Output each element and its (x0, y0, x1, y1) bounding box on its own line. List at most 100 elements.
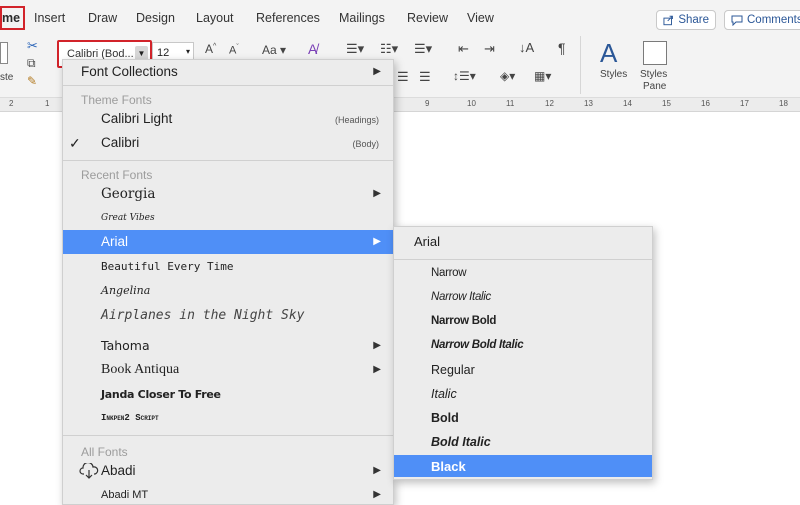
borders-icon[interactable]: ▦▾ (534, 69, 551, 83)
menu-item-angelina[interactable]: Angelina (63, 278, 393, 302)
comments-label: Comments (747, 14, 800, 26)
increase-indent-icon[interactable]: ⇥ (484, 41, 495, 57)
shrink-font-icon[interactable]: Aˇ (229, 44, 239, 57)
menu-item-georgia[interactable]: Georgia ▶ (63, 182, 393, 206)
tab-references[interactable]: References (256, 11, 320, 25)
submenu-item-bold-italic[interactable]: Bold Italic (394, 431, 652, 453)
submenu-item-narrow[interactable]: Narrow (394, 263, 652, 285)
ruler-number: 1 (45, 99, 50, 108)
tab-design[interactable]: Design (136, 11, 175, 25)
font-name: Abadi (101, 463, 136, 478)
justify-icon[interactable]: ☰ (419, 69, 431, 85)
font-name: Georgia (101, 186, 156, 202)
font-size-value: 12 (157, 47, 170, 59)
styles-icon[interactable]: A (600, 38, 617, 69)
ruler-number: 14 (623, 99, 632, 108)
submenu-item-narrow-bold-italic[interactable]: Narrow Bold Italic (394, 335, 652, 357)
font-name: Calibri (101, 135, 140, 150)
style-name: Narrow Bold (431, 315, 497, 327)
tab-view[interactable]: View (467, 11, 494, 25)
font-name: Arial (101, 234, 129, 249)
comments-button[interactable]: Comments (724, 10, 800, 30)
format-painter-icon[interactable]: ✎ (27, 74, 37, 88)
clear-formatting-icon[interactable]: A̸ (308, 41, 317, 57)
tab-insert[interactable]: Insert (34, 11, 65, 25)
menu-item-airplanes-in-the-night-sky[interactable]: Airplanes in the Night Sky (63, 304, 393, 332)
arial-style-submenu: Arial Narrow Narrow Italic Narrow Bold N… (393, 226, 653, 480)
chevron-right-icon: ▶ (373, 489, 381, 500)
font-name: Tahoma (101, 338, 150, 353)
tab-mailings[interactable]: Mailings (339, 11, 385, 25)
change-case-button[interactable]: Aa ▾ (262, 43, 286, 57)
menu-item-abadi[interactable]: Abadi ▶ (63, 459, 393, 483)
menu-item-tahoma[interactable]: Tahoma ▶ (63, 334, 393, 358)
paste-icon[interactable] (0, 42, 8, 64)
ruler-number: 2 (9, 99, 14, 108)
numbering-icon[interactable]: ☷▾ (380, 41, 398, 57)
menu-item-font-collections[interactable]: Font Collections ▶ (63, 60, 393, 84)
submenu-item-narrow-bold[interactable]: Narrow Bold (394, 311, 652, 333)
ruler-number: 16 (701, 99, 710, 108)
submenu-item-regular[interactable]: Regular (394, 359, 652, 381)
style-name: Black (431, 459, 466, 474)
styles-pane-label-2: Pane (643, 81, 667, 92)
menu-item-janda-closer-to-free[interactable]: Janda Closer To Free (63, 382, 393, 406)
cloud-download-icon (79, 463, 99, 479)
line-spacing-icon[interactable]: ↕☰▾ (453, 69, 476, 83)
submenu-item-narrow-italic[interactable]: Narrow Italic (394, 287, 652, 309)
sort-icon[interactable]: ↓A (519, 40, 534, 55)
style-name: Bold (431, 411, 459, 425)
share-label: Share (678, 14, 709, 26)
menu-divider (63, 160, 393, 161)
menu-item-arial[interactable]: Arial ▶ (63, 230, 393, 254)
align-center-icon[interactable]: ☰ (397, 69, 409, 85)
share-icon (663, 15, 673, 26)
style-name: Regular (431, 363, 475, 377)
font-dropdown-menu: Font Collections ▶ Theme Fonts Calibri L… (62, 59, 394, 505)
font-name: Abadi MT (101, 489, 149, 501)
style-name: Narrow (431, 267, 467, 279)
ribbon-tab-bar: me Insert Draw Design Layout References … (0, 0, 800, 36)
tab-review[interactable]: Review (407, 11, 448, 25)
menu-item-inkpen2-script[interactable]: Inkpen2 Script (63, 406, 393, 430)
comment-icon (731, 15, 743, 26)
copy-icon[interactable]: ⧉ (27, 56, 36, 71)
ruler-number: 11 (506, 99, 515, 108)
chevron-right-icon: ▶ (373, 236, 381, 247)
grow-font-icon[interactable]: A^ (205, 42, 216, 56)
style-name: Italic (431, 387, 457, 401)
font-role-hint: (Headings) (334, 115, 379, 125)
tab-draw[interactable]: Draw (88, 11, 117, 25)
toolbar-divider (580, 36, 581, 94)
submenu-item-black[interactable]: Black (394, 455, 652, 477)
bullets-icon[interactable]: ☰▾ (346, 41, 364, 57)
share-button[interactable]: Share (656, 10, 716, 30)
change-case-label: Aa (262, 43, 277, 57)
style-name: Narrow Bold Italic (431, 339, 524, 351)
cut-icon[interactable]: ✂ (27, 38, 38, 54)
menu-item-calibri[interactable]: ✓ Calibri (Body) (63, 131, 393, 155)
font-role-hint: (Body) (352, 139, 379, 149)
menu-item-abadi-mt[interactable]: Abadi MT ▶ (63, 483, 393, 505)
menu-item-beautiful-every-time[interactable]: Beautiful Every Time (63, 254, 393, 278)
submenu-item-bold[interactable]: Bold (394, 407, 652, 429)
menu-item-calibri-light[interactable]: Calibri Light (Headings) (63, 107, 393, 131)
font-name: Book Antiqua (101, 362, 180, 377)
pilcrow-icon[interactable]: ¶ (558, 40, 566, 56)
shading-icon[interactable]: ◈▾ (500, 69, 515, 83)
menu-item-book-antiqua[interactable]: Book Antiqua ▶ (63, 358, 393, 382)
font-name: Calibri Light (101, 111, 173, 126)
styles-pane-label-1: Styles (640, 69, 668, 80)
tab-layout[interactable]: Layout (196, 11, 234, 25)
ruler-number: 9 (425, 99, 430, 108)
submenu-item-italic[interactable]: Italic (394, 383, 652, 405)
section-header-recent-fonts: Recent Fonts (81, 168, 153, 182)
styles-label: Styles (600, 69, 628, 80)
decrease-indent-icon[interactable]: ⇤ (458, 41, 469, 57)
multilevel-list-icon[interactable]: ☰▾ (414, 41, 432, 57)
styles-pane-icon[interactable] (643, 41, 667, 65)
tab-home[interactable]: me (0, 6, 26, 30)
submenu-title: Arial (414, 234, 441, 249)
menu-item-great-vibes[interactable]: Great Vibes (63, 206, 393, 230)
chevron-right-icon: ▶ (373, 465, 381, 476)
